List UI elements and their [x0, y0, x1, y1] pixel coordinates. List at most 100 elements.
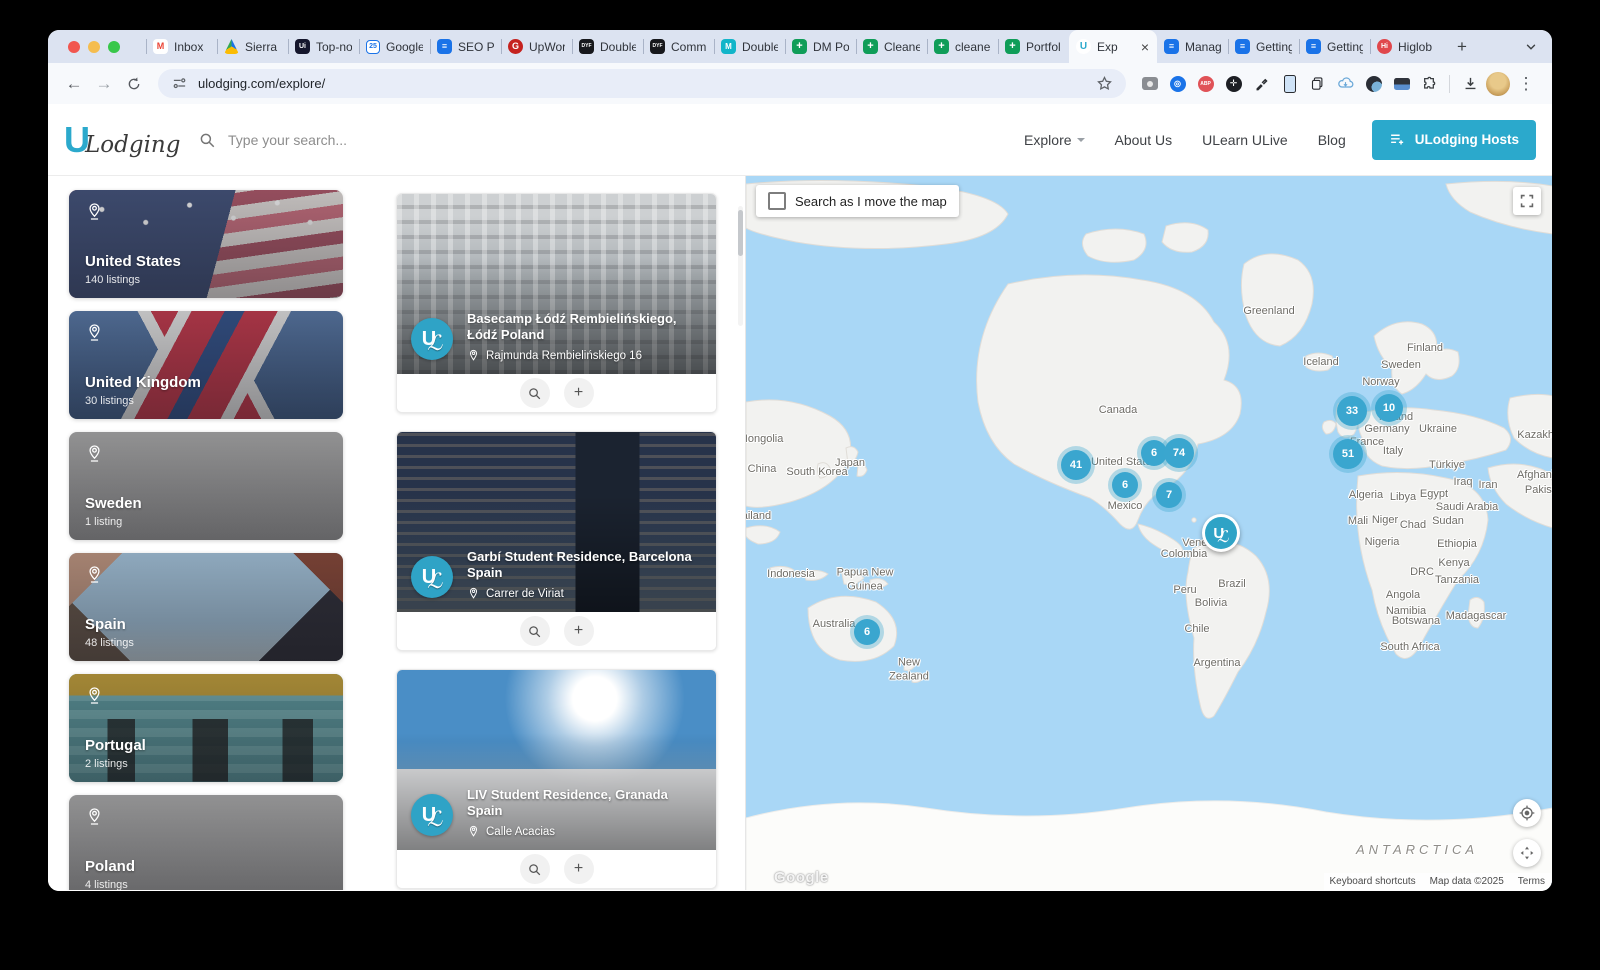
globe-extension-icon[interactable] — [1364, 74, 1383, 93]
fullscreen-button[interactable] — [1513, 187, 1541, 215]
tab-getting[interactable]: ≡Getting — [1299, 30, 1370, 63]
map-cluster-marker[interactable]: 51 — [1333, 439, 1363, 469]
map-cluster-marker[interactable]: 41 — [1061, 450, 1091, 480]
tab-portfol[interactable]: +Portfol — [998, 30, 1069, 63]
tab-exp[interactable]: UExp× — [1069, 30, 1157, 63]
profile-avatar[interactable] — [1486, 72, 1510, 96]
listing-photo[interactable]: UℒLIV Student Residence, Granada SpainCa… — [397, 670, 716, 850]
minimize-window-button[interactable] — [88, 41, 100, 53]
ulodging-hosts-button[interactable]: ULodging Hosts — [1372, 120, 1536, 160]
tab-double[interactable]: MDouble — [714, 30, 785, 63]
pin-drop-icon — [85, 565, 327, 589]
map-cluster-marker[interactable]: 33 — [1337, 396, 1367, 426]
back-button[interactable]: ← — [60, 70, 88, 98]
tab-cleane[interactable]: +Cleane — [856, 30, 927, 63]
pin-drop-icon — [85, 202, 327, 226]
forward-button[interactable]: → — [90, 70, 118, 98]
tab-dm-po[interactable]: +DM Po — [785, 30, 856, 63]
map-country-label: Kenya — [1438, 557, 1469, 571]
map[interactable]: GreenlandIcelandFinlandSwedenNorwayCanad… — [745, 176, 1552, 890]
country-name: Poland — [85, 858, 327, 875]
eyedropper-extension-icon[interactable] — [1252, 74, 1271, 93]
ulodging-map-marker[interactable]: Uℒ — [1202, 514, 1240, 552]
tab-cleane[interactable]: +cleane — [927, 30, 998, 63]
tab-double[interactable]: DYFDouble — [572, 30, 643, 63]
zoom-to-listing-button[interactable] — [520, 854, 550, 884]
map-cluster-marker[interactable]: 6 — [854, 619, 880, 645]
tab-higlob[interactable]: HiHiglob — [1370, 30, 1441, 63]
listing-card[interactable]: UℒGarbí Student Residence, Barcelona Spa… — [396, 431, 717, 651]
blue-circle-extension-icon[interactable]: ◎ — [1168, 74, 1187, 93]
site-nav: Explore About Us ULearn ULive Blog — [1024, 132, 1346, 148]
pan-map-button[interactable] — [1513, 839, 1541, 867]
country-card-sweden[interactable]: Sweden1 listing — [69, 432, 343, 540]
bookmark-star-icon[interactable] — [1095, 74, 1114, 93]
tab-close-icon[interactable]: × — [1140, 40, 1150, 54]
site-settings-icon[interactable] — [170, 74, 189, 93]
google-logo[interactable]: Google — [774, 869, 829, 886]
extensions-puzzle-icon[interactable] — [1420, 74, 1439, 93]
dark-circle-extension-icon[interactable]: ✛ — [1224, 74, 1243, 93]
add-listing-button[interactable]: + — [564, 616, 594, 646]
listing-photo[interactable]: UℒGarbí Student Residence, Barcelona Spa… — [397, 432, 716, 612]
downloads-button[interactable] — [1456, 70, 1484, 98]
camera-extension-icon[interactable] — [1140, 74, 1159, 93]
tab-manag[interactable]: ≡Manag — [1157, 30, 1228, 63]
zoom-to-listing-button[interactable] — [520, 616, 550, 646]
country-card-portugal[interactable]: Portugal2 listings — [69, 674, 343, 782]
country-card-poland[interactable]: Poland4 listings — [69, 795, 343, 890]
device-extension-icon[interactable] — [1280, 74, 1299, 93]
tab-comm[interactable]: DYFComm — [643, 30, 714, 63]
terms-link[interactable]: Terms — [1518, 876, 1545, 887]
add-listing-button[interactable]: + — [564, 854, 594, 884]
new-tab-button[interactable]: + — [1449, 34, 1475, 60]
search-input[interactable] — [226, 131, 650, 149]
listing-card[interactable]: UℒBasecamp Łódź Rembielińskiego, Łódź Po… — [396, 193, 717, 413]
toolbar-divider — [1449, 75, 1450, 93]
tab-getting[interactable]: ≡Getting — [1228, 30, 1299, 63]
listings-scrollbar[interactable] — [738, 206, 743, 326]
country-card-spain[interactable]: Spain48 listings — [69, 553, 343, 661]
screenshot-extension-icon[interactable] — [1392, 74, 1411, 93]
tab-seo-pr[interactable]: ≡SEO Pr — [430, 30, 501, 63]
adblock-extension-icon[interactable]: ABP — [1196, 74, 1215, 93]
scrollbar-thumb[interactable] — [738, 210, 743, 256]
tab-search-chevron-icon[interactable] — [1524, 40, 1538, 54]
my-location-button[interactable] — [1513, 799, 1541, 827]
map-cluster-marker[interactable]: 10 — [1375, 394, 1403, 422]
zoom-to-listing-button[interactable] — [520, 378, 550, 408]
map-country-label: Libya — [1390, 491, 1416, 505]
add-listing-button[interactable]: + — [564, 378, 594, 408]
nav-blog[interactable]: Blog — [1318, 132, 1346, 148]
ulodging-logo[interactable]: U Lodging — [64, 122, 176, 158]
nav-about-us[interactable]: About Us — [1115, 132, 1173, 148]
listing-photo[interactable]: UℒBasecamp Łódź Rembielińskiego, Łódź Po… — [397, 194, 716, 374]
reload-button[interactable] — [120, 70, 148, 98]
site-search[interactable] — [198, 131, 650, 149]
listing-card[interactable]: UℒLIV Student Residence, Granada SpainCa… — [396, 669, 717, 889]
tab-google[interactable]: 25Google — [359, 30, 430, 63]
country-card-united-states[interactable]: United States140 listings — [69, 190, 343, 298]
page: U Lodging Explore About Us ULearn ULive … — [48, 104, 1552, 891]
tab-top-no[interactable]: UiTop-no — [288, 30, 359, 63]
keyboard-shortcuts-link[interactable]: Keyboard shortcuts — [1330, 876, 1416, 887]
tab-inbox[interactable]: MInbox — [146, 30, 217, 63]
tab-upwor[interactable]: GUpWor — [501, 30, 572, 63]
map-cluster-marker[interactable]: 6 — [1112, 472, 1138, 498]
search-as-move-checkbox[interactable] — [768, 192, 786, 210]
nav-ulearn-ulive[interactable]: ULearn ULive — [1202, 132, 1288, 148]
browser-menu-button[interactable]: ⋮ — [1512, 70, 1540, 98]
address-bar[interactable]: ulodging.com/explore/ — [158, 69, 1126, 98]
copy-pages-extension-icon[interactable] — [1308, 74, 1327, 93]
map-country-label: Peru — [1173, 584, 1196, 598]
zoom-window-button[interactable] — [108, 41, 120, 53]
url-text[interactable]: ulodging.com/explore/ — [198, 76, 1086, 91]
tab-sierra[interactable]: Sierra — [217, 30, 288, 63]
map-cluster-marker[interactable]: 7 — [1156, 482, 1182, 508]
listing-address: Rajmunda Rembielińskiego 16 — [486, 350, 642, 362]
nav-explore[interactable]: Explore — [1024, 132, 1084, 148]
map-cluster-marker[interactable]: 74 — [1164, 438, 1194, 468]
close-window-button[interactable] — [68, 41, 80, 53]
country-card-united-kingdom[interactable]: United Kingdom30 listings — [69, 311, 343, 419]
cloud-download-extension-icon[interactable] — [1336, 74, 1355, 93]
